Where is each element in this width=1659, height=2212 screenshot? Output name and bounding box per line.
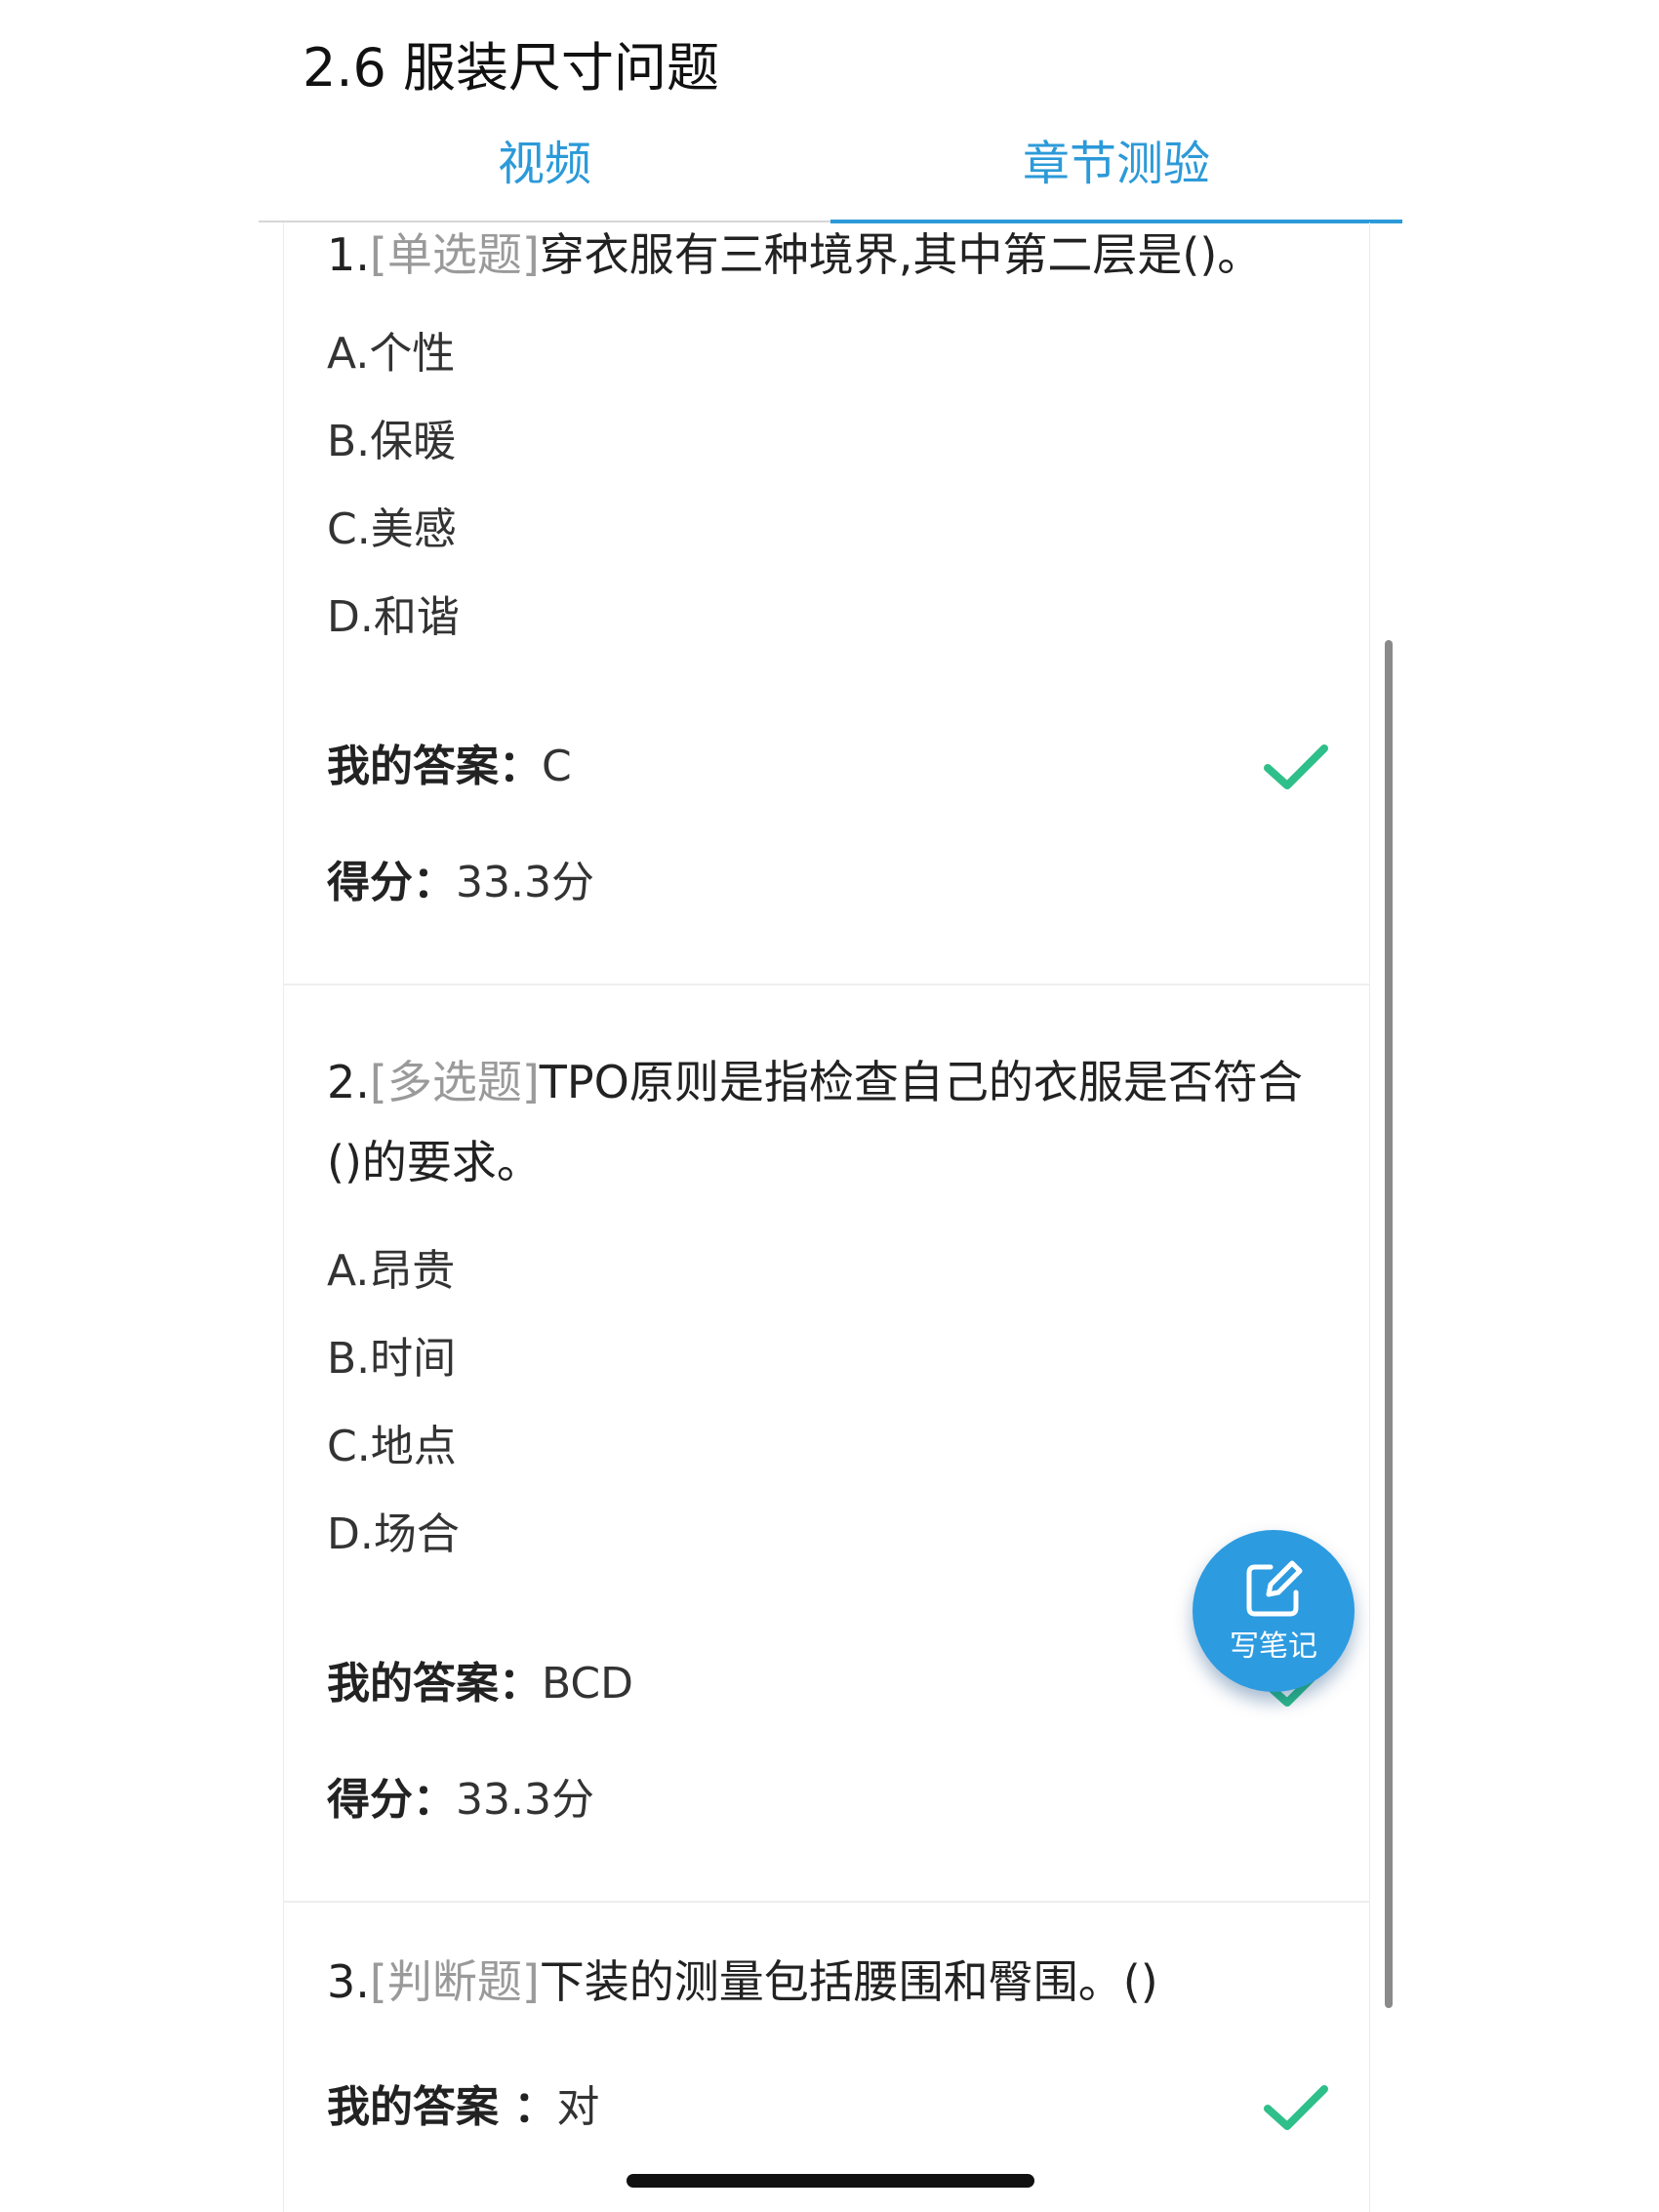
question-number: 2. — [327, 1056, 370, 1108]
tab-bar: 视频 章节测验 — [259, 127, 1402, 223]
option-a[interactable]: A.昂贵 — [327, 1242, 455, 1301]
score-label: 得分： — [327, 858, 456, 907]
tab-chapter-quiz[interactable]: 章节测验 — [830, 127, 1402, 223]
question-number: 3. — [327, 1955, 370, 2008]
option-b[interactable]: B.保暖 — [327, 413, 456, 471]
write-note-label: 写笔记 — [1230, 1629, 1317, 1664]
question-text: 下装的测量包括腰围和臀围。() — [539, 1955, 1158, 2008]
my-answer-value: C — [542, 742, 572, 791]
my-answer: 我的答案：C — [327, 738, 572, 796]
question-type: [判断题] — [369, 1955, 540, 2008]
tab-video[interactable]: 视频 — [259, 127, 830, 221]
question-text: 穿衣服有三种境界,其中第二层是()。 — [539, 228, 1263, 281]
my-answer-label: 我的答案： — [327, 742, 542, 791]
quiz-list[interactable]: 1.[单选题]穿衣服有三种境界,其中第二层是()。 A.个性 B.保暖 C.美感… — [283, 222, 1370, 2212]
question-card-2: 2.[多选题]TPO原则是指检查自己的衣服是否符合()的要求。 A.昂贵 B.时… — [284, 985, 1369, 1903]
score: 得分：33.3分 — [327, 1771, 594, 1830]
score-label: 得分： — [327, 1775, 456, 1825]
option-d[interactable]: D.和谐 — [327, 588, 460, 647]
score-value: 33.3分 — [456, 1775, 594, 1825]
page-title: 2.6 服装尺寸问题 — [303, 37, 720, 99]
question-card-1: 1.[单选题]穿衣服有三种境界,其中第二层是()。 A.个性 B.保暖 C.美感… — [284, 222, 1369, 985]
question-stem: 2.[多选题]TPO原则是指检查自己的衣服是否符合()的要求。 — [327, 1042, 1313, 1202]
question-stem: 1.[单选题]穿衣服有三种境界,其中第二层是()。 — [327, 222, 1313, 295]
scrollbar[interactable] — [1385, 640, 1393, 2008]
option-d[interactable]: D.场合 — [327, 1506, 460, 1564]
my-answer-label: 我的答案 ： — [327, 2082, 557, 2132]
write-note-button[interactable]: 写笔记 — [1193, 1530, 1355, 1692]
home-indicator[interactable] — [627, 2174, 1034, 2188]
score: 得分：33.3分 — [327, 854, 594, 912]
my-answer-label: 我的答案： — [327, 1659, 542, 1709]
question-stem: 3.[判断题]下装的测量包括腰围和臀围。() — [327, 1942, 1313, 2022]
question-type: [单选题] — [369, 228, 540, 281]
option-b[interactable]: B.时间 — [327, 1330, 456, 1388]
question-card-3: 3.[判断题]下装的测量包括腰围和臀围。() 我的答案 ：对 — [284, 1903, 1369, 2212]
option-a[interactable]: A.个性 — [327, 325, 455, 383]
correct-check-icon — [1264, 2085, 1328, 2130]
question-number: 1. — [327, 228, 370, 281]
my-answer: 我的答案：BCD — [327, 1655, 633, 1713]
my-answer: 我的答案 ：对 — [327, 2078, 599, 2137]
option-c[interactable]: C.地点 — [327, 1418, 457, 1476]
edit-note-icon — [1246, 1560, 1303, 1617]
question-type: [多选题] — [369, 1056, 540, 1108]
score-value: 33.3分 — [456, 858, 594, 907]
my-answer-value: BCD — [542, 1659, 634, 1709]
option-c[interactable]: C.美感 — [327, 501, 457, 559]
my-answer-value: 对 — [556, 2082, 600, 2132]
correct-check-icon — [1264, 744, 1328, 789]
